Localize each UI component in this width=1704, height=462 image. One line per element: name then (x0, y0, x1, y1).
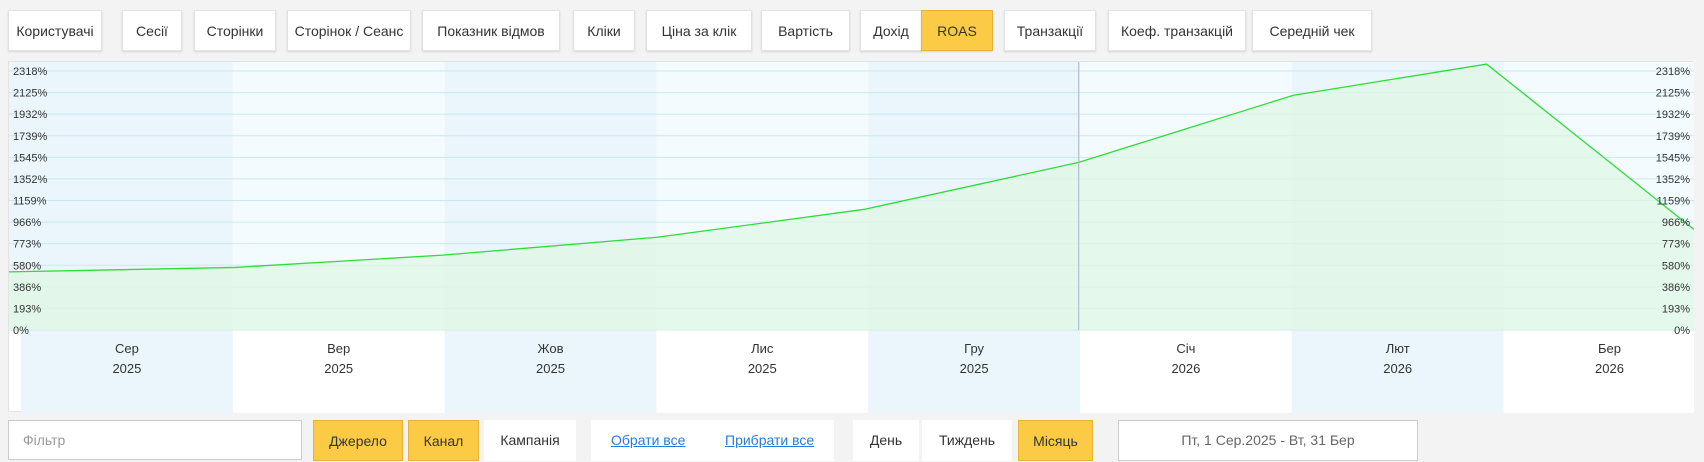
y-tick-label-left: 0% (13, 325, 29, 337)
y-tick-label-left: 2318% (13, 66, 47, 78)
tab-pages[interactable]: Сторінки (194, 10, 276, 51)
x-tick-month: Січ (1176, 341, 1195, 356)
x-tick-month: Бер (1598, 341, 1621, 356)
select-all-link[interactable]: Обрати все (611, 420, 685, 461)
y-tick-label-left: 1545% (13, 152, 47, 164)
x-tick-year: 2026 (1383, 361, 1412, 376)
channel-button[interactable]: Канал (408, 420, 479, 461)
y-tick-label-right: 193% (1662, 303, 1690, 315)
tab-roas[interactable]: ROAS (921, 10, 993, 51)
y-tick-label-right: 386% (1662, 282, 1690, 294)
x-tick-month: Вер (327, 341, 350, 356)
tab-avg-order[interactable]: Середній чек (1252, 10, 1372, 51)
x-tick-month: Лис (751, 341, 774, 356)
y-tick-label-left: 966% (13, 217, 41, 229)
x-tick-year: 2025 (112, 361, 141, 376)
y-tick-label-left: 1352% (13, 174, 47, 186)
filter-input[interactable] (8, 420, 302, 460)
tab-sessions[interactable]: Сесії (122, 10, 182, 51)
x-tick-year: 2025 (536, 361, 565, 376)
y-tick-label-right: 1352% (1656, 174, 1690, 186)
x-tick-year: 2025 (748, 361, 777, 376)
y-tick-label-right: 2125% (1656, 88, 1690, 100)
y-tick-label-left: 580% (13, 260, 41, 272)
campaign-button[interactable]: Кампанія (484, 420, 576, 461)
y-tick-label-left: 193% (13, 303, 41, 315)
tab-revenue[interactable]: Дохід (860, 10, 922, 51)
period-week-button[interactable]: Тиждень (922, 420, 1012, 461)
y-tick-label-right: 1932% (1656, 109, 1690, 121)
selection-links: Обрати все Прибрати все (591, 420, 834, 461)
tab-cost[interactable]: Вартість (761, 10, 850, 51)
y-tick-label-left: 1932% (13, 109, 47, 121)
x-tick-year: 2025 (960, 361, 989, 376)
x-tick-month: Лют (1386, 341, 1410, 356)
tab-users[interactable]: Користувачі (8, 10, 102, 51)
y-tick-label-right: 0% (1674, 325, 1690, 337)
y-tick-label-left: 1739% (13, 131, 47, 143)
period-month-button[interactable]: Місяць (1018, 420, 1093, 461)
x-tick-year: 2026 (1171, 361, 1200, 376)
y-tick-label-right: 1545% (1656, 152, 1690, 164)
tab-clicks[interactable]: Кліки (573, 10, 635, 51)
y-tick-label-right: 2318% (1656, 66, 1690, 78)
roas-chart-svg: 0% 193% 386% 580% 773% 966% 1159% 1352% 1545% 173… (9, 62, 1694, 413)
y-tick-label-right: 773% (1662, 239, 1690, 251)
y-tick-label-right: 1159% (1657, 196, 1691, 208)
period-day-button[interactable]: День (853, 420, 919, 461)
y-tick-label-right: 580% (1662, 260, 1690, 272)
source-button[interactable]: Джерело (313, 420, 403, 461)
tab-conversion-rate[interactable]: Коеф. транзакцій (1108, 10, 1246, 51)
x-tick-month: Сер (115, 341, 139, 356)
clear-all-link[interactable]: Прибрати все (725, 420, 814, 461)
date-range-picker[interactable]: Пт, 1 Сер.2025 - Вт, 31 Бер (1118, 420, 1418, 461)
y-tick-label-left: 386% (13, 282, 41, 294)
tab-cpc[interactable]: Ціна за клік (646, 10, 752, 51)
y-tick-label-right: 966% (1662, 217, 1690, 229)
y-tick-label-left: 1159% (13, 196, 47, 208)
tab-bounce-rate[interactable]: Показник відмов (422, 10, 560, 51)
y-tick-label-left: 2125% (13, 88, 47, 100)
tab-transactions[interactable]: Транзакції (1004, 10, 1096, 51)
y-tick-label-left: 773% (13, 239, 41, 251)
x-tick-year: 2026 (1595, 361, 1624, 376)
x-tick-month: Гру (964, 341, 984, 356)
roas-chart: 0% 193% 386% 580% 773% 966% 1159% 1352% 1545% 173… (8, 61, 1694, 413)
x-tick-year: 2025 (324, 361, 353, 376)
x-tick-month: Жов (538, 341, 564, 356)
y-tick-label-right: 1739% (1656, 131, 1690, 143)
tab-pages-per-session[interactable]: Сторінок / Сеанс (287, 10, 411, 51)
